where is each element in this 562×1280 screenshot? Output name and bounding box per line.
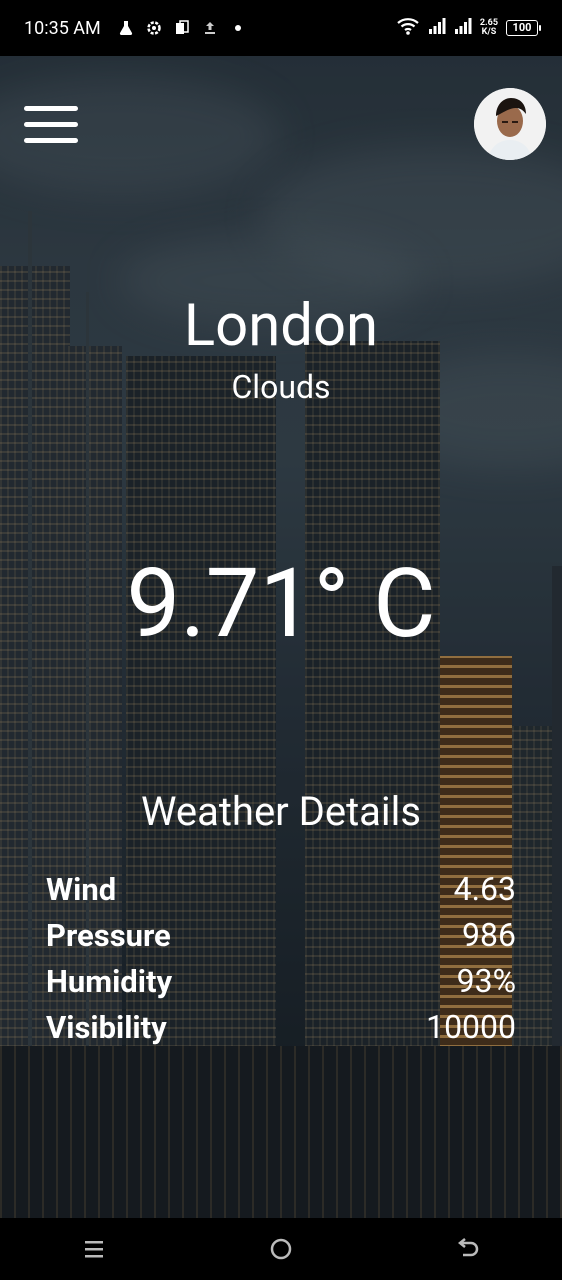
net-speed: 2.65 K/S xyxy=(480,19,498,37)
home-icon xyxy=(270,1238,292,1260)
status-time: 10:35 AM xyxy=(24,17,101,39)
detail-label: Wind xyxy=(46,870,117,908)
home-button[interactable] xyxy=(251,1229,311,1269)
detail-value: 4.63 xyxy=(453,870,516,908)
status-right: 2.65 K/S 100 xyxy=(396,16,541,40)
signal-icon-2 xyxy=(454,17,472,39)
settings-gear-icon xyxy=(145,19,163,37)
flask-icon xyxy=(117,19,135,37)
menu-bar-bottom xyxy=(24,138,78,143)
wifi-icon xyxy=(396,16,420,40)
city-name: London xyxy=(183,292,379,360)
status-bar: 10:35 AM 2.65 K/S 100 xyxy=(0,0,562,56)
detail-label: Pressure xyxy=(46,916,171,954)
upload-icon xyxy=(201,19,219,37)
status-left: 10:35 AM xyxy=(24,18,247,39)
detail-row-visibility: Visibility 10000 xyxy=(46,1004,516,1050)
back-icon xyxy=(458,1238,479,1257)
detail-value: 93% xyxy=(456,962,516,1000)
signal-icon-1 xyxy=(428,17,446,39)
recent-apps-icon xyxy=(84,1241,103,1258)
details-title: Weather Details xyxy=(140,788,422,835)
net-speed-unit: K/S xyxy=(481,27,497,37)
user-avatar[interactable] xyxy=(474,88,546,160)
weather-condition: Clouds xyxy=(231,368,331,406)
battery-icon: 100 xyxy=(506,20,541,36)
detail-row-wind: Wind 4.63 xyxy=(46,866,516,912)
hamburger-menu-button[interactable] xyxy=(24,104,78,144)
recent-apps-button[interactable] xyxy=(64,1229,124,1269)
system-nav-bar xyxy=(0,1218,562,1280)
avatar-photo xyxy=(474,88,546,160)
detail-row-humidity: Humidity 93% xyxy=(46,958,516,1004)
details-list: Wind 4.63 Pressure 986 Humidity 93% Visi… xyxy=(46,866,516,1050)
detail-value: 10000 xyxy=(426,1008,516,1046)
detail-row-pressure: Pressure 986 xyxy=(46,912,516,958)
notification-dot-icon xyxy=(229,19,247,37)
temperature: 9.71° C xyxy=(126,548,436,660)
menu-bar-middle xyxy=(24,122,78,127)
detail-label: Visibility xyxy=(46,1008,167,1046)
detail-value: 986 xyxy=(462,916,516,954)
document-icon xyxy=(173,19,191,37)
menu-bar-top xyxy=(24,106,78,111)
back-button[interactable] xyxy=(438,1229,498,1269)
detail-label: Humidity xyxy=(46,962,173,1000)
